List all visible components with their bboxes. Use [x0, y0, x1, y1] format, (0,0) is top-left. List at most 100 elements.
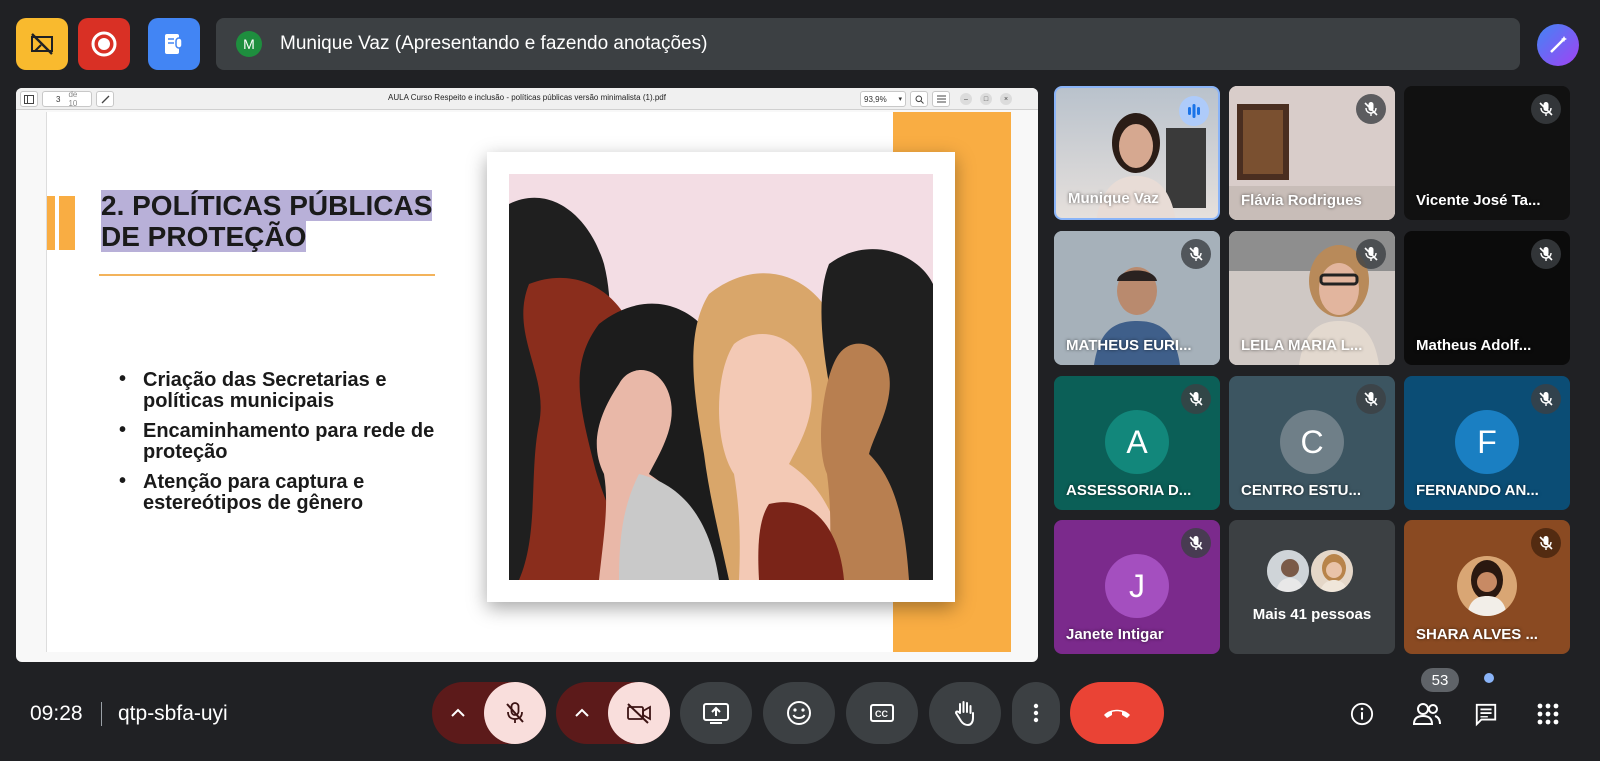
transcript-icon	[165, 34, 183, 54]
notification-dot	[1484, 673, 1494, 683]
mic-off-icon	[1189, 392, 1203, 406]
recording-button[interactable]	[78, 18, 130, 70]
video-options-button[interactable]	[556, 682, 608, 744]
audio-options-button[interactable]	[432, 682, 484, 744]
leave-call-button[interactable]	[1070, 682, 1164, 744]
participant-tile[interactable]: Flávia Rodrigues	[1229, 86, 1395, 220]
bullet-item: Atenção para captura eestereótipos de gê…	[119, 471, 449, 514]
participant-avatar: A	[1105, 410, 1169, 474]
people-button[interactable]	[1412, 702, 1442, 726]
participant-tile[interactable]: A ASSESSORIA D...	[1054, 376, 1220, 510]
shared-screen: 3 de 10 AULA Curso Respeito e inclusão -…	[16, 88, 1038, 662]
svg-text:CC: CC	[875, 709, 888, 719]
present-to-all-icon	[703, 703, 729, 724]
mic-off-icon	[1189, 536, 1203, 550]
chat-icon	[1475, 703, 1497, 727]
participant-name: Munique Vaz	[1068, 190, 1159, 207]
presenter-banner: M Munique Vaz (Apresentando e fazendo an…	[216, 18, 1520, 70]
participant-name: Flávia Rodrigues	[1241, 192, 1362, 209]
participant-tile[interactable]: C CENTRO ESTU...	[1229, 376, 1395, 510]
no-presentation-button[interactable]	[16, 18, 68, 70]
more-vert-icon	[1033, 703, 1039, 723]
mic-off-indicator	[1181, 384, 1211, 414]
participant-tile[interactable]: Matheus Adolf...	[1404, 231, 1570, 365]
presenter-label: Munique Vaz (Apresentando e fazendo anot…	[280, 33, 708, 54]
mic-off-indicator	[1181, 528, 1211, 558]
maximize-button[interactable]: □	[980, 93, 992, 105]
participant-name: Vicente José Ta...	[1416, 192, 1541, 209]
participant-name: FERNANDO AN...	[1416, 482, 1539, 499]
participant-tile[interactable]: SHARA ALVES ...	[1404, 520, 1570, 654]
zoom-select[interactable]: 93,9% ▾	[860, 91, 906, 107]
presenter-avatar: M	[236, 31, 262, 57]
camera-toggle-button[interactable]	[608, 682, 670, 744]
chevron-down-icon: ▾	[898, 96, 902, 103]
emoji-icon	[787, 701, 811, 725]
close-button[interactable]: ×	[1000, 93, 1012, 105]
bullet-item: Criação das Secretarias epolíticas munic…	[119, 369, 449, 412]
person-photo-icon	[1311, 550, 1353, 592]
bullet-item: Encaminhamento para rede deproteção	[119, 420, 449, 463]
avatar	[1309, 548, 1355, 594]
mic-off-icon	[1539, 392, 1553, 406]
slide-title-line: 2. POLÍTICAS PÚBLICAS	[101, 190, 433, 221]
slide-illustration	[487, 152, 955, 602]
participant-tile[interactable]: MATHEUS EURI...	[1054, 231, 1220, 365]
participant-name: CENTRO ESTU...	[1241, 482, 1362, 499]
menu-button[interactable]	[932, 91, 950, 107]
slide-title: 2. POLÍTICAS PÚBLICAS DE PROTEÇÃO	[101, 190, 433, 252]
person-photo-icon	[1267, 550, 1309, 592]
participant-tile[interactable]: F FERNANDO AN...	[1404, 376, 1570, 510]
meeting-details-button[interactable]	[1350, 702, 1374, 726]
mic-off-icon	[1364, 392, 1378, 406]
mic-off-indicator	[1531, 384, 1561, 414]
mic-toggle-button[interactable]	[484, 682, 546, 744]
title-underline	[99, 274, 435, 276]
participant-tile[interactable]: LEILA MARIA L...	[1229, 231, 1395, 365]
top-bar: M Munique Vaz (Apresentando e fazendo an…	[0, 0, 1600, 88]
mic-off-icon	[1539, 102, 1553, 116]
participant-name: MATHEUS EURI...	[1066, 337, 1192, 354]
title-accent-bar	[47, 196, 55, 250]
divider	[101, 702, 102, 726]
participant-avatar: F	[1455, 410, 1519, 474]
avatar	[1265, 548, 1311, 594]
mic-off-indicator	[1531, 528, 1561, 558]
raise-hand-button[interactable]	[929, 682, 1001, 744]
zoom-value: 93,9%	[864, 94, 887, 104]
mic-off-icon	[1189, 247, 1203, 261]
present-screen-button[interactable]	[680, 682, 752, 744]
speaking-indicator	[1179, 96, 1209, 126]
reactions-button[interactable]	[763, 682, 835, 744]
raise-hand-icon	[954, 701, 974, 727]
slide-page: 2. POLÍTICAS PÚBLICAS DE PROTEÇÃO Criaçã…	[46, 112, 1011, 652]
mic-off-icon	[1364, 247, 1378, 261]
mic-off-indicator	[1356, 384, 1386, 414]
slide-title-line: DE PROTEÇÃO	[101, 221, 307, 252]
captions-button[interactable]: CC	[846, 682, 918, 744]
chat-button[interactable]	[1474, 702, 1498, 727]
chevron-up-icon	[575, 708, 589, 717]
call-end-icon	[1104, 709, 1130, 718]
activity-button[interactable]	[148, 18, 200, 70]
more-participants-tile[interactable]: Mais 41 pessoas	[1229, 520, 1395, 654]
mic-off-indicator	[1181, 239, 1211, 269]
minimize-icon: –	[964, 95, 968, 103]
chevron-up-icon	[451, 708, 465, 717]
mic-off-indicator	[1356, 94, 1386, 124]
magic-pen-icon	[1550, 36, 1567, 53]
more-options-button[interactable]	[1012, 682, 1060, 744]
search-icon	[915, 95, 924, 104]
participant-name: SHARA ALVES ...	[1416, 626, 1538, 643]
participant-tile[interactable]: Vicente José Ta...	[1404, 86, 1570, 220]
participant-tile[interactable]: J Janete Intigar	[1054, 520, 1220, 654]
record-icon	[91, 31, 117, 57]
more-participants-label: Mais 41 pessoas	[1252, 606, 1372, 623]
activities-button[interactable]	[1536, 702, 1560, 726]
search-button[interactable]	[910, 91, 928, 107]
annotate-button[interactable]	[1537, 24, 1579, 66]
participant-tile[interactable]: Munique Vaz	[1054, 86, 1220, 220]
minimize-button[interactable]: –	[960, 93, 972, 105]
people-count-badge: 53	[1421, 668, 1459, 692]
person-photo-icon	[1457, 556, 1517, 616]
